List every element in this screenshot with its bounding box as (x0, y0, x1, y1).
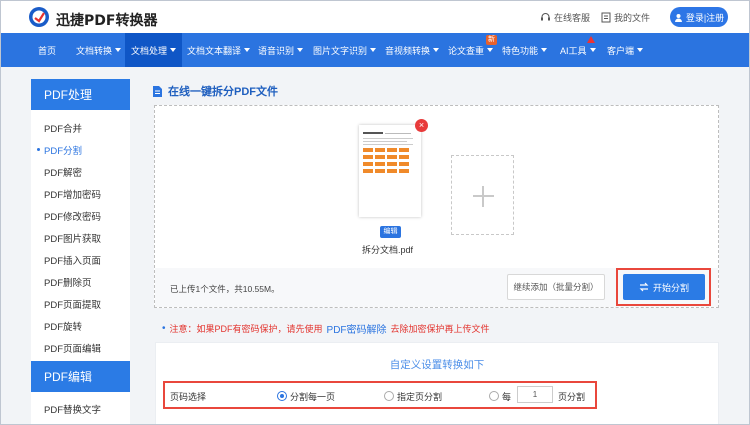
sidebar-item-delete-page[interactable]: PDF删除页 (44, 275, 92, 289)
radio-split-specified[interactable] (384, 391, 394, 401)
continue-add-button[interactable]: 继续添加（批量分割） (507, 274, 605, 300)
chevron-down-icon (433, 48, 440, 52)
sidebar-item-replace-text[interactable]: PDF替换文字 (44, 402, 101, 416)
sidebar-section-pdf-process: PDF处理 (31, 79, 130, 110)
radio-split-every-n[interactable] (489, 391, 499, 401)
file-name: 拆分文档.pdf (362, 245, 414, 255)
note-bullet-icon: • (162, 323, 166, 334)
file-thumbnail[interactable] (359, 125, 421, 217)
nav-label: 音视频转换 (385, 45, 431, 56)
sidebar-item-add-password[interactable]: PDF增加密码 (44, 187, 101, 201)
start-split-label: 开始分割 (652, 282, 689, 293)
hot-marker-icon (587, 36, 595, 43)
login-button[interactable]: 登录|注册 (670, 7, 728, 27)
chevron-down-icon (244, 48, 251, 52)
radio-split-every-page[interactable] (277, 391, 287, 401)
note-text-suffix: 去除加密保护再上传文件 (390, 324, 490, 334)
main-nav: 首页 文档转换 文档处理 文档文本翻译 语音识别 图片文字识别 音视频转换 论文… (0, 33, 750, 67)
nav-features[interactable]: 特色功能 (502, 33, 548, 67)
option-split-every-page[interactable]: 分割每一页 (290, 390, 335, 403)
sidebar-item-merge[interactable]: PDF合并 (44, 121, 82, 135)
nav-home[interactable]: 首页 (38, 33, 56, 67)
note-text-prefix: 注意：如果PDF有密码保护，请先使用 (169, 324, 323, 334)
chevron-down-icon (637, 48, 644, 52)
sidebar-item-page-edit[interactable]: PDF页面编辑 (44, 341, 101, 355)
pdf-decrypt-link[interactable]: PDF密码解除 (327, 321, 387, 336)
nav-doc-process[interactable]: 文档处理 (125, 33, 182, 67)
sidebar-item-rotate[interactable]: PDF旋转 (44, 319, 82, 333)
nav-label: 客户端 (607, 45, 635, 56)
chevron-down-icon (487, 48, 494, 52)
chevron-down-icon (115, 48, 122, 52)
nav-label: AI工具 (560, 45, 587, 56)
headset-icon (541, 13, 550, 21)
edit-button[interactable]: 编辑 (380, 226, 401, 238)
sidebar-item-decrypt[interactable]: PDF解密 (44, 165, 82, 179)
my-files-link[interactable]: 我的文件 (601, 11, 650, 24)
my-files-label: 我的文件 (614, 13, 651, 23)
nav-av-convert[interactable]: 音视频转换 (385, 33, 440, 67)
remove-file-close-icon[interactable]: × (415, 119, 428, 132)
page-title-text: 在线一键拆分PDF文件 (168, 86, 278, 98)
settings-title: 自定义设置转换如下 (389, 359, 485, 371)
chevron-down-icon (589, 48, 596, 52)
online-service-label: 在线客服 (554, 13, 591, 23)
new-badge: 新 (486, 35, 497, 45)
pdf-preview-icon (363, 132, 413, 173)
brand-name: 迅捷PDF转换器 (56, 13, 158, 29)
page-title: 在线一键拆分PDF文件 (153, 83, 278, 99)
nav-doc-convert[interactable]: 文档转换 (76, 33, 122, 67)
nav-client[interactable]: 客户端 (607, 33, 644, 67)
sidebar-item-split[interactable]: PDF分割 (44, 143, 82, 157)
option-page-split-label: 页分割 (558, 392, 586, 402)
upload-status-text: 已上传1个文件，共10.55M。 (170, 284, 280, 294)
sidebar-item-extract-images[interactable]: PDF图片获取 (44, 231, 101, 245)
chevron-down-icon (541, 48, 548, 52)
option-split-specified[interactable]: 指定页分割 (397, 390, 442, 403)
document-icon (153, 85, 162, 97)
nav-label: 文档文本翻译 (187, 45, 242, 56)
chevron-down-icon (170, 48, 177, 52)
user-icon (674, 13, 682, 22)
page-selection-label: 页码选择 (170, 392, 207, 402)
password-note: • 注意：如果PDF有密码保护，请先使用 PDF密码解除 去除加密保护再上传文件 (162, 321, 490, 336)
nav-doc-translate[interactable]: 文档文本翻译 (187, 33, 251, 67)
sidebar-item-insert-page[interactable]: PDF插入页面 (44, 253, 101, 267)
nav-label: 文档处理 (131, 45, 168, 56)
nav-speech[interactable]: 语音识别 (258, 33, 304, 67)
nav-ocr[interactable]: 图片文字识别 (313, 33, 377, 67)
swap-icon (639, 282, 649, 292)
start-split-button[interactable]: 开始分割 (623, 274, 705, 300)
logo-icon (29, 7, 49, 27)
sidebar-section-pdf-edit: PDF编辑 (31, 361, 130, 392)
pages-per-split-input[interactable]: 1 (517, 386, 553, 403)
add-file-plus-icon[interactable] (451, 155, 514, 235)
login-label: 登录|注册 (685, 12, 725, 23)
sidebar-item-extract-page[interactable]: PDF页面提取 (44, 297, 101, 311)
sidebar: PDF处理 PDF合并 PDF分割 PDF解密 PDF增加密码 PDF修改密码 … (31, 79, 130, 425)
top-header: 迅捷PDF转换器 在线客服 我的文件 登录|注册 (0, 0, 750, 33)
online-service-link[interactable]: 在线客服 (540, 11, 590, 24)
nav-label: 特色功能 (502, 45, 539, 56)
active-bullet-icon (37, 148, 40, 151)
option-every-label: 每 (502, 392, 512, 402)
sidebar-item-change-password[interactable]: PDF修改密码 (44, 209, 101, 223)
file-icon (601, 12, 611, 23)
nav-label: 首页 (38, 45, 57, 56)
nav-label: 论文查重 (448, 45, 485, 56)
nav-label: 语音识别 (258, 45, 295, 56)
chevron-down-icon (370, 48, 377, 52)
nav-label: 文档转换 (76, 45, 113, 56)
chevron-down-icon (297, 48, 304, 52)
nav-label: 图片文字识别 (313, 45, 368, 56)
